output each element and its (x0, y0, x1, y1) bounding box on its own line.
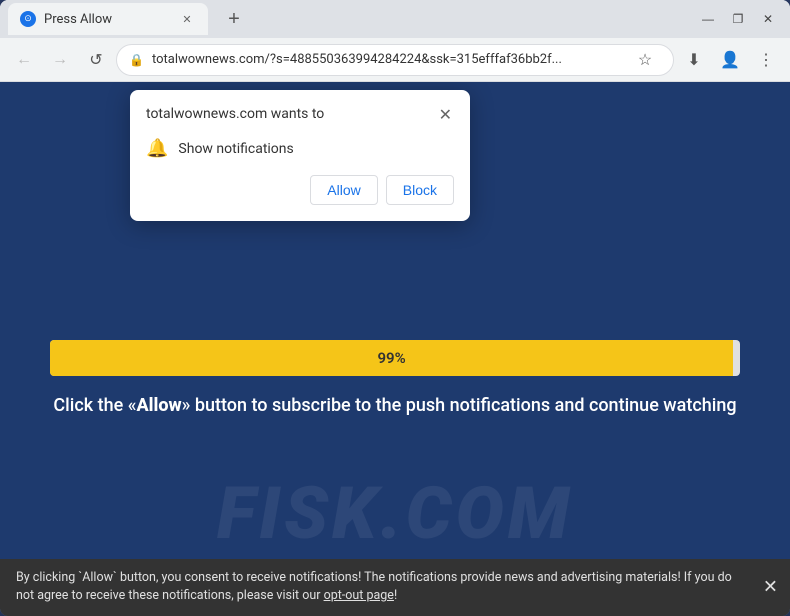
popup-close-button[interactable]: ✕ (437, 106, 454, 126)
opt-out-link[interactable]: opt-out page (324, 588, 394, 603)
browser-window: ⊙ Press Allow ✕ + — ❐ ✕ ← → ↺ 🔒 totalwow… (0, 0, 790, 616)
minimize-button[interactable]: — (694, 5, 722, 33)
lock-icon: 🔒 (129, 53, 144, 67)
bell-icon: 🔔 (146, 138, 168, 159)
notification-popup: totalwownews.com wants to ✕ 🔔 Show notif… (130, 90, 470, 221)
bottom-bar: By clicking `Allow` button, you consent … (0, 559, 790, 616)
instruction-text: Click the «Allow» button to subscribe to… (53, 392, 736, 419)
menu-button[interactable]: ⋮ (750, 44, 782, 76)
maximize-button[interactable]: ❐ (724, 5, 752, 33)
title-bar: ⊙ Press Allow ✕ + — ❐ ✕ (0, 0, 790, 38)
notification-label: Show notifications (178, 141, 293, 157)
download-button[interactable]: ⬇ (678, 44, 710, 76)
window-controls: — ❐ ✕ (694, 5, 782, 33)
progress-bar-fill: 99% (50, 340, 733, 376)
popup-actions: Allow Block (146, 175, 454, 205)
address-text: totalwownews.com/?s=488550363994284224&s… (152, 52, 621, 67)
popup-title: totalwownews.com wants to (146, 106, 324, 122)
allow-button[interactable]: Allow (310, 175, 377, 205)
bottom-bar-text-end: ! (394, 588, 397, 603)
refresh-button[interactable]: ↺ (80, 44, 112, 76)
block-button[interactable]: Block (386, 175, 454, 205)
toolbar: ← → ↺ 🔒 totalwownews.com/?s=488550363994… (0, 38, 790, 82)
new-tab-button[interactable]: + (220, 5, 248, 33)
back-button[interactable]: ← (8, 44, 40, 76)
tab-favicon: ⊙ (20, 11, 36, 27)
address-bar[interactable]: 🔒 totalwownews.com/?s=488550363994284224… (116, 44, 674, 76)
browser-tab[interactable]: ⊙ Press Allow ✕ (8, 3, 208, 35)
progress-percent: 99% (377, 349, 405, 367)
progress-bar-container: 99% (50, 340, 740, 376)
close-window-button[interactable]: ✕ (754, 5, 782, 33)
bookmark-button[interactable]: ☆ (629, 44, 661, 76)
content-area: FISK.COM 99% Click the «Allow» button to… (0, 82, 790, 616)
popup-header: totalwownews.com wants to ✕ (146, 106, 454, 126)
popup-notification-row: 🔔 Show notifications (146, 138, 454, 159)
tab-close-button[interactable]: ✕ (178, 10, 196, 28)
tab-title: Press Allow (44, 12, 170, 27)
allow-highlight: Allow (136, 395, 181, 416)
forward-button[interactable]: → (44, 44, 76, 76)
bottom-bar-close-button[interactable]: ✕ (763, 577, 778, 598)
profile-button[interactable]: 👤 (714, 44, 746, 76)
